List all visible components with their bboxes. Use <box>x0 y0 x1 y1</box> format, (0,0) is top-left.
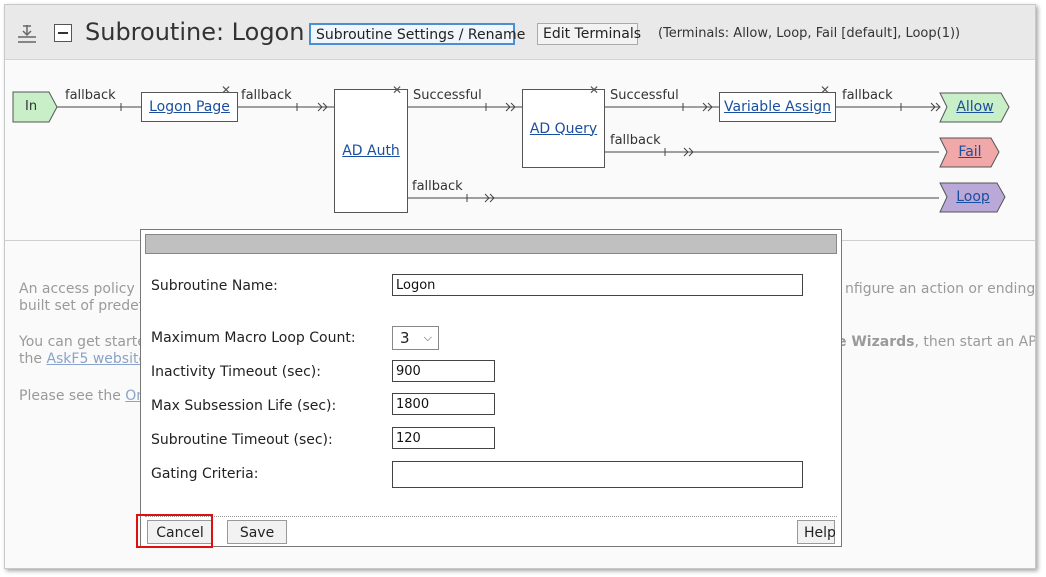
delete-ad-auth-icon[interactable]: ✕ <box>392 84 402 96</box>
fail-terminal[interactable]: Fail <box>947 137 993 167</box>
help-button[interactable]: Help <box>797 520 836 544</box>
page-title: Subroutine: Logon <box>85 18 305 46</box>
background-text: built set of predefi <box>19 298 148 314</box>
fail-terminal-label[interactable]: Fail <box>958 144 981 160</box>
background-text: Please see the On <box>19 387 145 405</box>
subroutine-name-label: Subroutine Name: <box>151 278 278 294</box>
delete-ad-query-icon[interactable]: ✕ <box>589 84 599 96</box>
loop-terminal-label[interactable]: Loop <box>956 189 990 205</box>
subroutine-name-input[interactable] <box>392 274 803 296</box>
background-text: An access policy co <box>19 281 156 297</box>
gating-criteria-label: Gating Criteria: <box>151 466 259 482</box>
variable-assign-node[interactable]: Variable Assign <box>719 92 836 122</box>
edit-terminals-button[interactable]: Edit Terminals <box>537 23 641 45</box>
terminals-info: (Terminals: Allow, Loop, Fail [default],… <box>658 26 961 41</box>
branch-label: fallback <box>842 88 893 103</box>
loop-terminal[interactable]: Loop <box>947 182 999 212</box>
title-bar: Subroutine: Logon Subroutine Settings / … <box>5 5 1035 60</box>
delete-logon-page-icon[interactable]: ✕ <box>221 84 231 96</box>
subroutine-settings-dialog: Subroutine Name: Maximum Macro Loop Coun… <box>140 229 842 547</box>
branch-label: fallback <box>241 88 292 103</box>
allow-terminal[interactable]: Allow <box>947 92 1003 122</box>
dialog-header-bar[interactable] <box>145 234 837 254</box>
chevron-down-icon: ⌵ <box>423 331 432 344</box>
max-loop-count-select[interactable]: 3 ⌵ <box>392 326 439 350</box>
inactivity-timeout-input[interactable] <box>392 360 495 382</box>
ad-auth-node[interactable]: AD Auth <box>334 89 408 213</box>
background-text: the AskF5 website <box>19 350 147 368</box>
max-loop-count-label: Maximum Macro Loop Count: <box>151 330 356 346</box>
logon-page-link[interactable]: Logon Page <box>149 99 230 115</box>
max-subsession-life-input[interactable] <box>392 393 495 415</box>
background-text-prefix: the <box>19 351 47 367</box>
askf5-link[interactable]: AskF5 website <box>46 351 147 367</box>
ad-auth-link[interactable]: AD Auth <box>342 143 400 159</box>
cancel-highlight-box <box>136 514 213 548</box>
background-text: , then start an AP <box>914 334 1036 350</box>
wizards-text: e Wizards <box>837 334 915 350</box>
max-loop-count-value: 3 <box>400 329 410 347</box>
collapse-all-icon[interactable] <box>16 23 38 45</box>
subroutine-timeout-label: Subroutine Timeout (sec): <box>151 432 333 448</box>
branch-label: fallback <box>65 88 116 103</box>
background-text: You can get starte <box>19 334 146 350</box>
branch-label: fallback <box>610 133 661 148</box>
policy-flow-diagram: In Logon Page ✕ AD Auth ✕ AD Query ✕ Var… <box>5 60 1035 241</box>
branch-label: fallback <box>412 179 463 194</box>
background-text: e Wizards, then start an AP <box>837 333 1036 351</box>
collapse-subroutine-icon[interactable] <box>54 24 72 42</box>
inactivity-timeout-label: Inactivity Timeout (sec): <box>151 364 321 380</box>
background-text: nfigure an action or ending, c <box>845 281 1036 297</box>
branch-label: Successful <box>610 88 679 103</box>
start-label[interactable]: In <box>25 99 37 114</box>
flow-connectors <box>12 91 941 203</box>
allow-terminal-label[interactable]: Allow <box>956 99 993 115</box>
max-subsession-life-label: Max Subsession Life (sec): <box>151 398 337 414</box>
delete-variable-assign-icon[interactable]: ✕ <box>820 84 830 96</box>
subroutine-settings-button[interactable]: Subroutine Settings / Rename <box>309 23 525 45</box>
background-text-prefix: Please see the <box>19 388 126 404</box>
gating-criteria-input[interactable] <box>392 461 803 488</box>
ad-query-node[interactable]: AD Query <box>522 89 605 168</box>
branch-label: Successful <box>413 88 482 103</box>
subroutine-timeout-input[interactable] <box>392 427 495 449</box>
variable-assign-link[interactable]: Variable Assign <box>724 99 831 115</box>
ad-query-link[interactable]: AD Query <box>530 121 597 137</box>
save-button[interactable]: Save <box>227 520 287 544</box>
